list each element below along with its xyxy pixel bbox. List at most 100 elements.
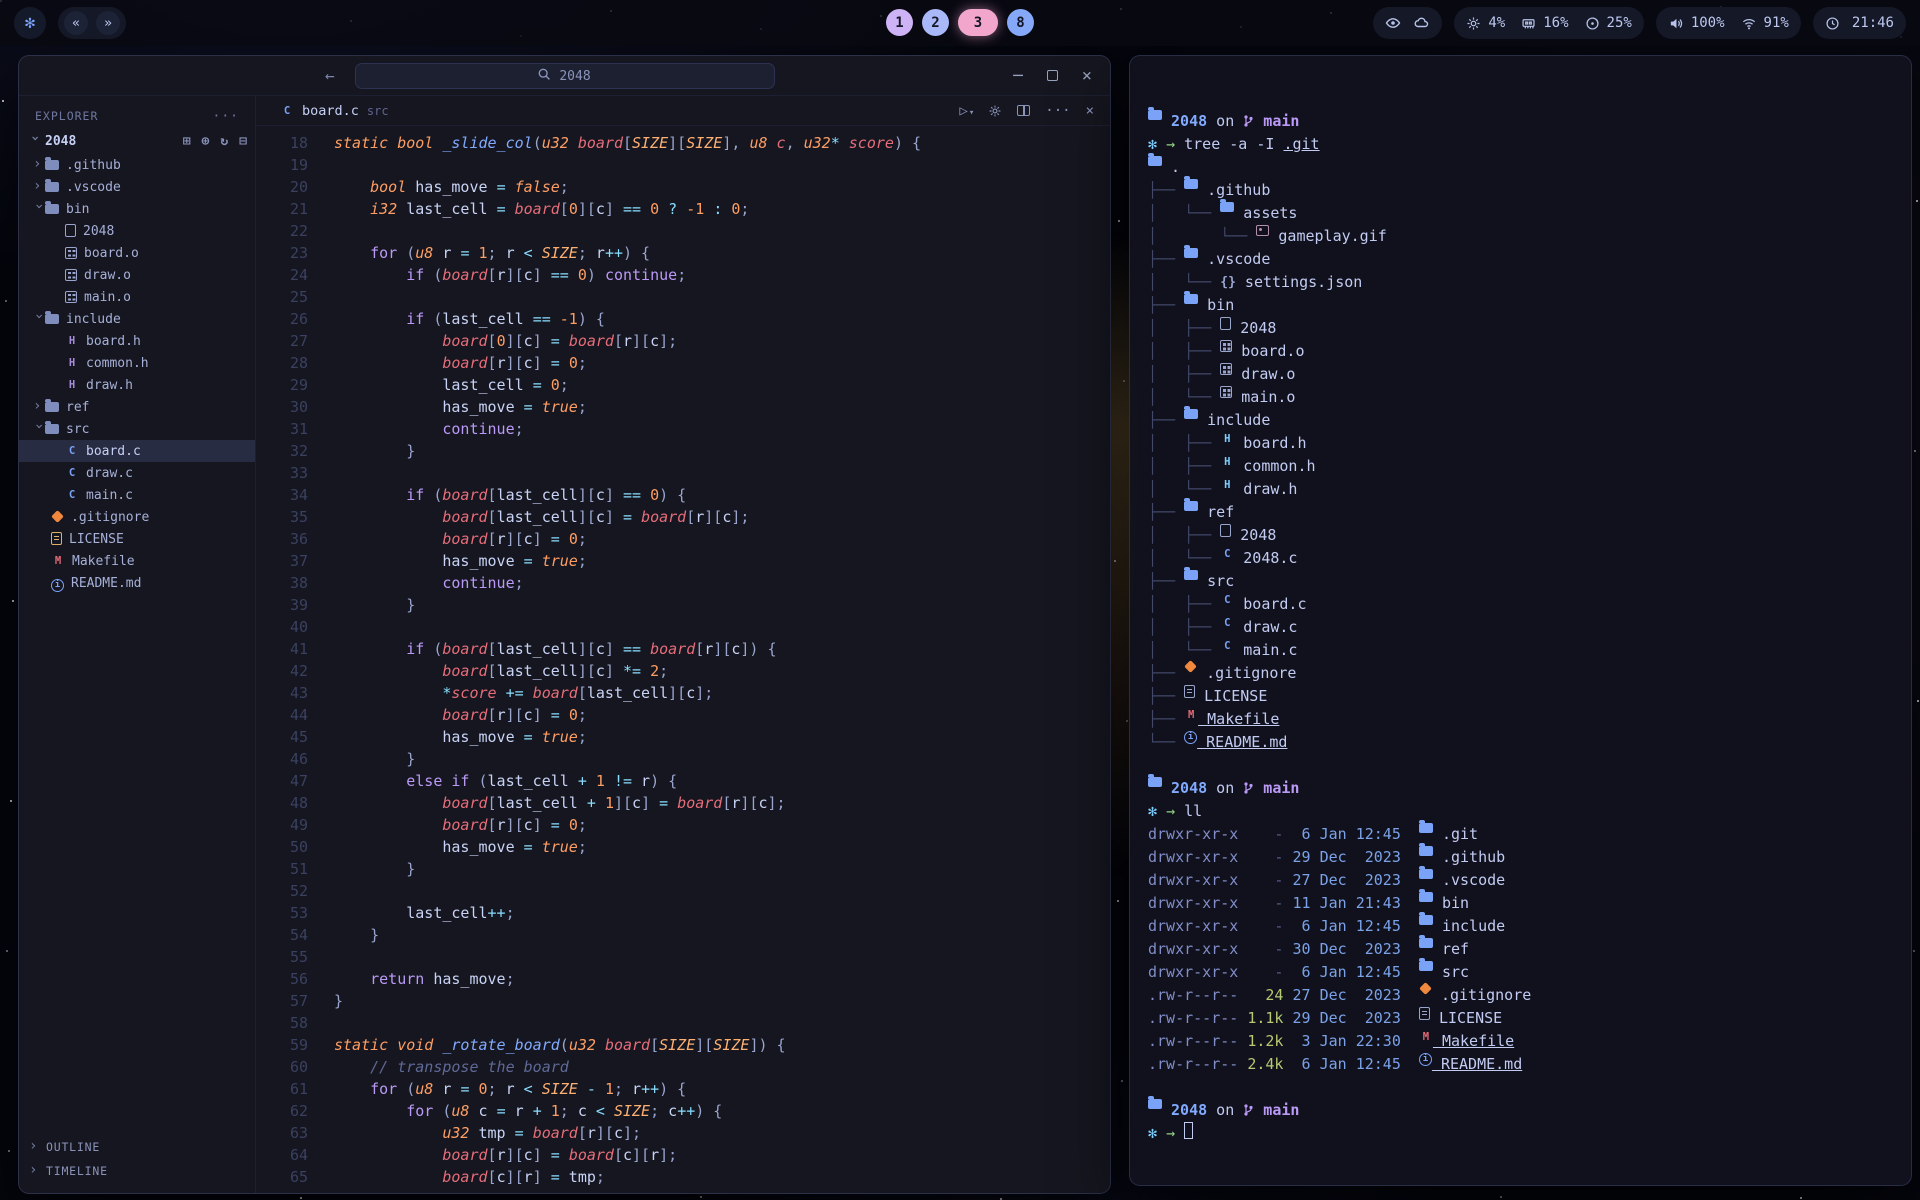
editor-settings-button[interactable] <box>988 104 1002 118</box>
workspace-3-active[interactable]: 3 <box>958 9 998 36</box>
collapse-folders-button[interactable]: ⊟ <box>239 134 247 149</box>
terminal-text <box>1401 1032 1419 1050</box>
terminal-link[interactable]: │ ├── <box>1148 595 1220 613</box>
outline-panel-header[interactable]: › OUTLINE <box>19 1135 255 1159</box>
explorer-item-label: board.c <box>86 444 141 459</box>
terminal-link[interactable]: │ ├── <box>1148 365 1220 383</box>
terminal-link[interactable]: ├── <box>1148 296 1184 314</box>
media-previous-button[interactable]: « <box>64 11 88 35</box>
terminal-line: │ ├── draw.o <box>1148 363 1911 386</box>
explorer-item-.vscode[interactable]: ›.vscode <box>19 176 255 198</box>
explorer-item-board.o[interactable]: board.o <box>19 242 255 264</box>
terminal-link[interactable]: ├── <box>1148 710 1184 728</box>
run-code-button[interactable]: ▷▾ <box>959 103 973 119</box>
terminal-link[interactable]: └── <box>1148 733 1184 751</box>
code-line: 50 has_move = true; <box>256 836 1110 858</box>
code-line: 20 bool has_move = false; <box>256 176 1110 198</box>
terminal-link[interactable]: │ ├── <box>1148 457 1220 475</box>
terminal-link[interactable]: │ └── <box>1148 273 1220 291</box>
indicator-pill[interactable] <box>1373 7 1442 39</box>
terminal-link[interactable]: .git <box>1283 135 1319 153</box>
explorer-item-Makefile[interactable]: MMakefile <box>19 550 255 572</box>
explorer-item-.gitignore[interactable]: .gitignore <box>19 506 255 528</box>
explorer-item-common.h[interactable]: Hcommon.h <box>19 352 255 374</box>
workspace-8[interactable]: 8 <box>1007 9 1034 36</box>
terminal-window[interactable]: 2048 on main✻ → tree -a -I .git .├── .gi… <box>1129 55 1912 1186</box>
explorer-item-.github[interactable]: ›.github <box>19 154 255 176</box>
line-number: 30 <box>256 396 308 418</box>
line-number: 27 <box>256 330 308 352</box>
explorer-item-board.h[interactable]: Hboard.h <box>19 330 255 352</box>
resource-monitor-pill[interactable]: 4% 16% 25% <box>1454 7 1643 39</box>
tab-board-c[interactable]: C board.c src <box>266 96 403 125</box>
explorer-item-draw.c[interactable]: Cdraw.c <box>19 462 255 484</box>
code-editor[interactable]: 18static bool _slide_col(u32 board[SIZE]… <box>256 126 1110 1193</box>
folder-icon <box>1148 777 1162 800</box>
terminal-link[interactable]: │ ├── <box>1148 319 1220 337</box>
close-window-button[interactable]: × <box>1082 68 1092 84</box>
terminal-link[interactable]: README.md <box>1432 1055 1522 1073</box>
workspace-switcher: 1238 <box>886 9 1034 36</box>
terminal-link[interactable]: │ ├── <box>1148 434 1220 452</box>
explorer-item-draw.o[interactable]: draw.o <box>19 264 255 286</box>
workspace-2[interactable]: 2 <box>922 9 949 36</box>
explorer-item-main.c[interactable]: Cmain.c <box>19 484 255 506</box>
close-editor-button[interactable]: × <box>1086 103 1094 119</box>
terminal-link[interactable]: ├── <box>1148 181 1184 199</box>
workspace-1[interactable]: 1 <box>886 9 913 36</box>
terminal-link[interactable]: ├── <box>1148 411 1184 429</box>
terminal-link[interactable]: │ └── <box>1148 480 1220 498</box>
terminal-link[interactable]: README.md <box>1197 733 1287 751</box>
new-folder-button[interactable]: ⊕ <box>202 134 210 149</box>
timeline-panel-header[interactable]: › TIMELINE <box>19 1159 255 1183</box>
chevron-right-icon: › <box>29 1162 41 1178</box>
terminal-text: drwxr-xr-x <box>1148 917 1238 935</box>
maximize-button[interactable] <box>1047 68 1058 84</box>
explorer-item-src[interactable]: ›src <box>19 418 255 440</box>
minimize-button[interactable]: ─ <box>1013 68 1023 84</box>
terminal-link[interactable]: │ └── <box>1148 204 1220 222</box>
terminal-text: main <box>1254 1101 1299 1119</box>
clock-pill[interactable]: 21:46 <box>1813 7 1906 39</box>
explorer-item-ref[interactable]: ›ref <box>19 396 255 418</box>
terminal-link[interactable]: ├── <box>1148 664 1184 682</box>
terminal-link[interactable]: │ └── <box>1148 641 1220 659</box>
explorer-item-board.c[interactable]: Cboard.c <box>19 440 255 462</box>
explorer-item-draw.h[interactable]: Hdraw.h <box>19 374 255 396</box>
explorer-more-actions-button[interactable]: ··· <box>213 109 239 124</box>
explorer-item-LICENSE[interactable]: LICENSE <box>19 528 255 550</box>
terminal-link[interactable]: │ └── <box>1148 227 1256 245</box>
command-center-search[interactable]: 2048 <box>355 63 775 89</box>
terminal-link[interactable]: │ └── <box>1148 388 1220 406</box>
explorer-item-label: bin <box>66 202 89 217</box>
terminal-text: ✻ <box>1148 1124 1166 1142</box>
explorer-item-2048[interactable]: 2048 <box>19 220 255 242</box>
terminal-link[interactable]: │ ├── <box>1148 342 1220 360</box>
terminal-link[interactable]: Makefile <box>1433 1032 1514 1050</box>
line-number: 62 <box>256 1100 308 1122</box>
explorer-item-main.o[interactable]: main.o <box>19 286 255 308</box>
explorer-item-include[interactable]: ›include <box>19 308 255 330</box>
navigate-back-button[interactable]: ← <box>325 66 335 85</box>
more-actions-button[interactable]: ··· <box>1045 103 1070 119</box>
refresh-explorer-button[interactable]: ↻ <box>220 134 228 149</box>
terminal-text: main <box>1254 112 1299 130</box>
terminal-link[interactable]: │ ├── <box>1148 618 1220 636</box>
terminal-text: 30 Dec 2023 <box>1283 940 1400 958</box>
new-file-button[interactable]: ⊞ <box>183 134 191 149</box>
terminal-link[interactable]: │ └── <box>1148 549 1220 567</box>
terminal-text: - <box>1238 825 1283 843</box>
terminal-link[interactable]: │ ├── <box>1148 526 1220 544</box>
terminal-link[interactable]: ├── <box>1148 503 1184 521</box>
split-editor-button[interactable] <box>1017 105 1030 116</box>
terminal-link[interactable]: ├── <box>1148 250 1184 268</box>
media-next-button[interactable]: » <box>96 11 120 35</box>
explorer-item-README.md[interactable]: iREADME.md <box>19 572 255 594</box>
terminal-link[interactable]: ├── <box>1148 687 1184 705</box>
terminal-link[interactable]: Makefile <box>1198 710 1279 728</box>
explorer-item-bin[interactable]: ›bin <box>19 198 255 220</box>
audio-network-pill[interactable]: 100% 91% <box>1656 7 1801 39</box>
launcher-button[interactable]: ✻ <box>14 7 46 39</box>
terminal-link[interactable]: ├── <box>1148 572 1184 590</box>
explorer-root-folder[interactable]: › 2048 ⊞ ⊕ ↻ ⊟ <box>19 128 255 154</box>
